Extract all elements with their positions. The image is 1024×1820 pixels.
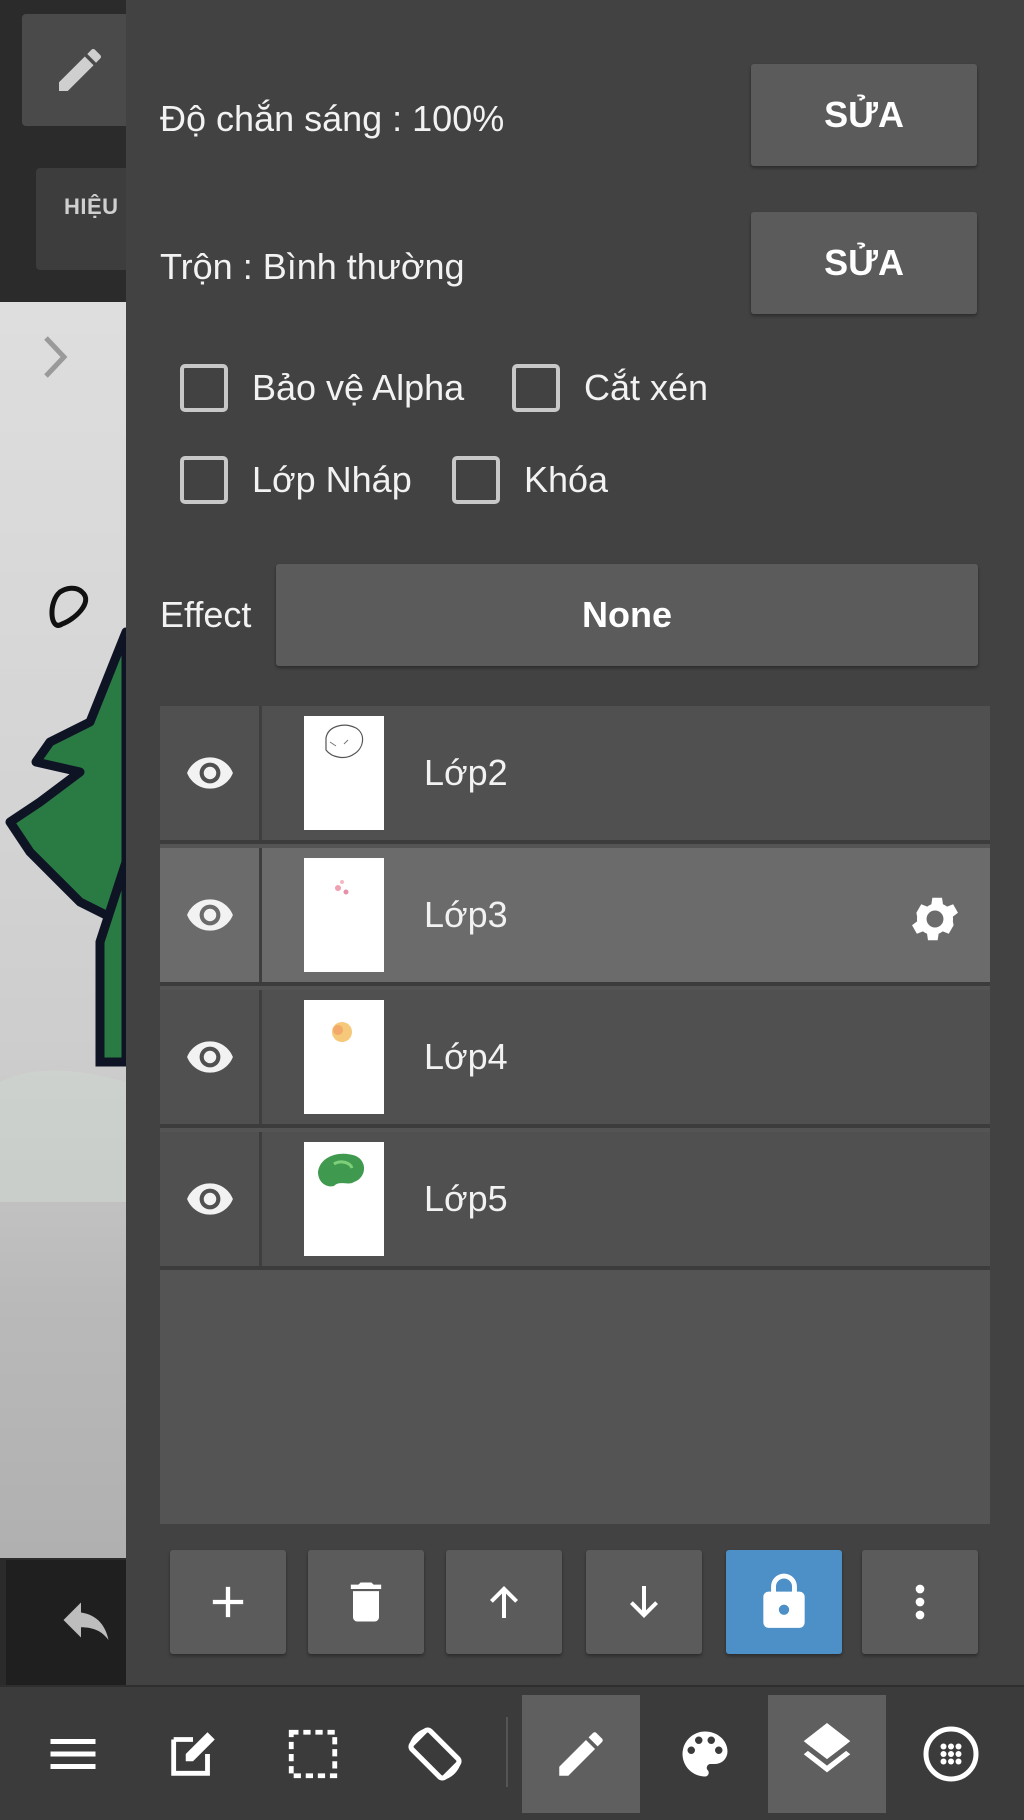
selection-icon (288, 1729, 338, 1779)
layer-name: Lớp3 (424, 894, 508, 935)
layer-toolbar (126, 1550, 1024, 1662)
layer-thumbnail (304, 1142, 384, 1256)
undo-button[interactable] (6, 1560, 126, 1685)
canvas-artwork (0, 585, 126, 1202)
layer-panel: Độ chắn sáng : 100% SỬA Trộn : Bình thườ… (126, 0, 1024, 1685)
edit-button[interactable] (134, 1695, 252, 1813)
layer-thumbnail (304, 1000, 384, 1114)
move-layer-up-button[interactable] (446, 1550, 562, 1654)
edit-icon (171, 1732, 215, 1776)
opacity-edit-button[interactable]: SỬA (751, 64, 977, 166)
selection-button[interactable] (254, 1695, 372, 1813)
layers-icon (803, 1723, 851, 1773)
color-palette-button[interactable] (646, 1695, 764, 1813)
layer-row[interactable]: Lớp2 (160, 706, 990, 844)
more-options-button[interactable] (862, 1550, 978, 1654)
layer-name: Lớp2 (424, 752, 508, 793)
palette-icon (682, 1731, 728, 1777)
more-vert-icon (915, 1584, 925, 1620)
trash-icon (350, 1582, 382, 1622)
brush-dots-icon (923, 1726, 979, 1782)
checkbox-box (180, 456, 228, 504)
draft-layer-checkbox[interactable]: Lớp Nháp (180, 456, 412, 504)
arrow-up-icon (490, 1586, 518, 1618)
plus-icon (212, 1586, 244, 1618)
pen-tool-button[interactable] (22, 14, 126, 126)
checkbox-box (512, 364, 560, 412)
layer-name: Lớp4 (424, 1036, 508, 1077)
eye-icon (186, 899, 233, 931)
gear-icon (912, 897, 958, 941)
pencil-icon (59, 48, 102, 91)
move-layer-down-button[interactable] (586, 1550, 702, 1654)
eye-icon (186, 757, 233, 789)
layers-button[interactable] (768, 1695, 886, 1813)
lock-layer-button[interactable] (726, 1550, 842, 1654)
canvas-strip: HIỆU (0, 0, 126, 1685)
brush-settings-button[interactable] (892, 1695, 1010, 1813)
eye-icon (186, 1041, 233, 1073)
checkbox-box (180, 364, 228, 412)
draft-layer-label: Lớp Nháp (252, 459, 412, 500)
layer-name: Lớp5 (424, 1178, 508, 1219)
layer-list: Lớp2 Lớp3 Lớp4 Lớp5 (160, 706, 990, 1524)
lock-icon (763, 1573, 805, 1628)
clipping-checkbox[interactable]: Cắt xén (512, 364, 708, 412)
lock-checkbox[interactable]: Khóa (452, 456, 608, 504)
alpha-protect-label: Bảo vệ Alpha (252, 367, 465, 408)
visibility-toggle[interactable] (160, 990, 262, 1124)
add-layer-button[interactable] (170, 1550, 286, 1654)
visibility-toggle[interactable] (160, 848, 262, 982)
effect-shortcut-button[interactable]: HIỆU (36, 168, 126, 270)
drawing-canvas[interactable] (0, 302, 126, 1558)
layer-row[interactable]: Lớp5 (160, 1132, 990, 1270)
layer-row-selected[interactable]: Lớp3 (160, 848, 990, 986)
layer-row[interactable]: Lớp4 (160, 990, 990, 1128)
bottom-toolbar (0, 1685, 1024, 1820)
menu-icon (50, 1739, 96, 1769)
blend-mode-label: Trộn : Bình thường (160, 246, 465, 287)
delete-layer-button[interactable] (308, 1550, 424, 1654)
effect-select-button[interactable]: None (276, 564, 978, 666)
eye-icon (186, 1183, 233, 1215)
rotate-icon (408, 1727, 462, 1781)
clipping-label: Cắt xén (584, 367, 709, 408)
effect-shortcut-label: HIỆU (64, 194, 119, 219)
blend-edit-button[interactable]: SỬA (751, 212, 977, 314)
layer-settings-button[interactable] (906, 890, 964, 953)
rotate-canvas-button[interactable] (376, 1695, 494, 1813)
toolbar-divider (506, 1717, 508, 1787)
arrow-down-icon (630, 1586, 658, 1618)
alpha-protect-checkbox[interactable]: Bảo vệ Alpha (180, 364, 464, 412)
opacity-label: Độ chắn sáng : 100% (160, 98, 505, 139)
pen-tool-button[interactable] (522, 1695, 640, 1813)
lock-label: Khóa (524, 459, 609, 500)
layer-thumbnail (304, 858, 384, 972)
undo-icon (63, 1602, 109, 1640)
visibility-toggle[interactable] (160, 706, 262, 840)
layer-thumbnail (304, 716, 384, 830)
pen-icon (559, 1732, 603, 1776)
menu-button[interactable] (14, 1695, 132, 1813)
visibility-toggle[interactable] (160, 1132, 262, 1266)
checkbox-box (452, 456, 500, 504)
effect-label: Effect (160, 594, 252, 635)
